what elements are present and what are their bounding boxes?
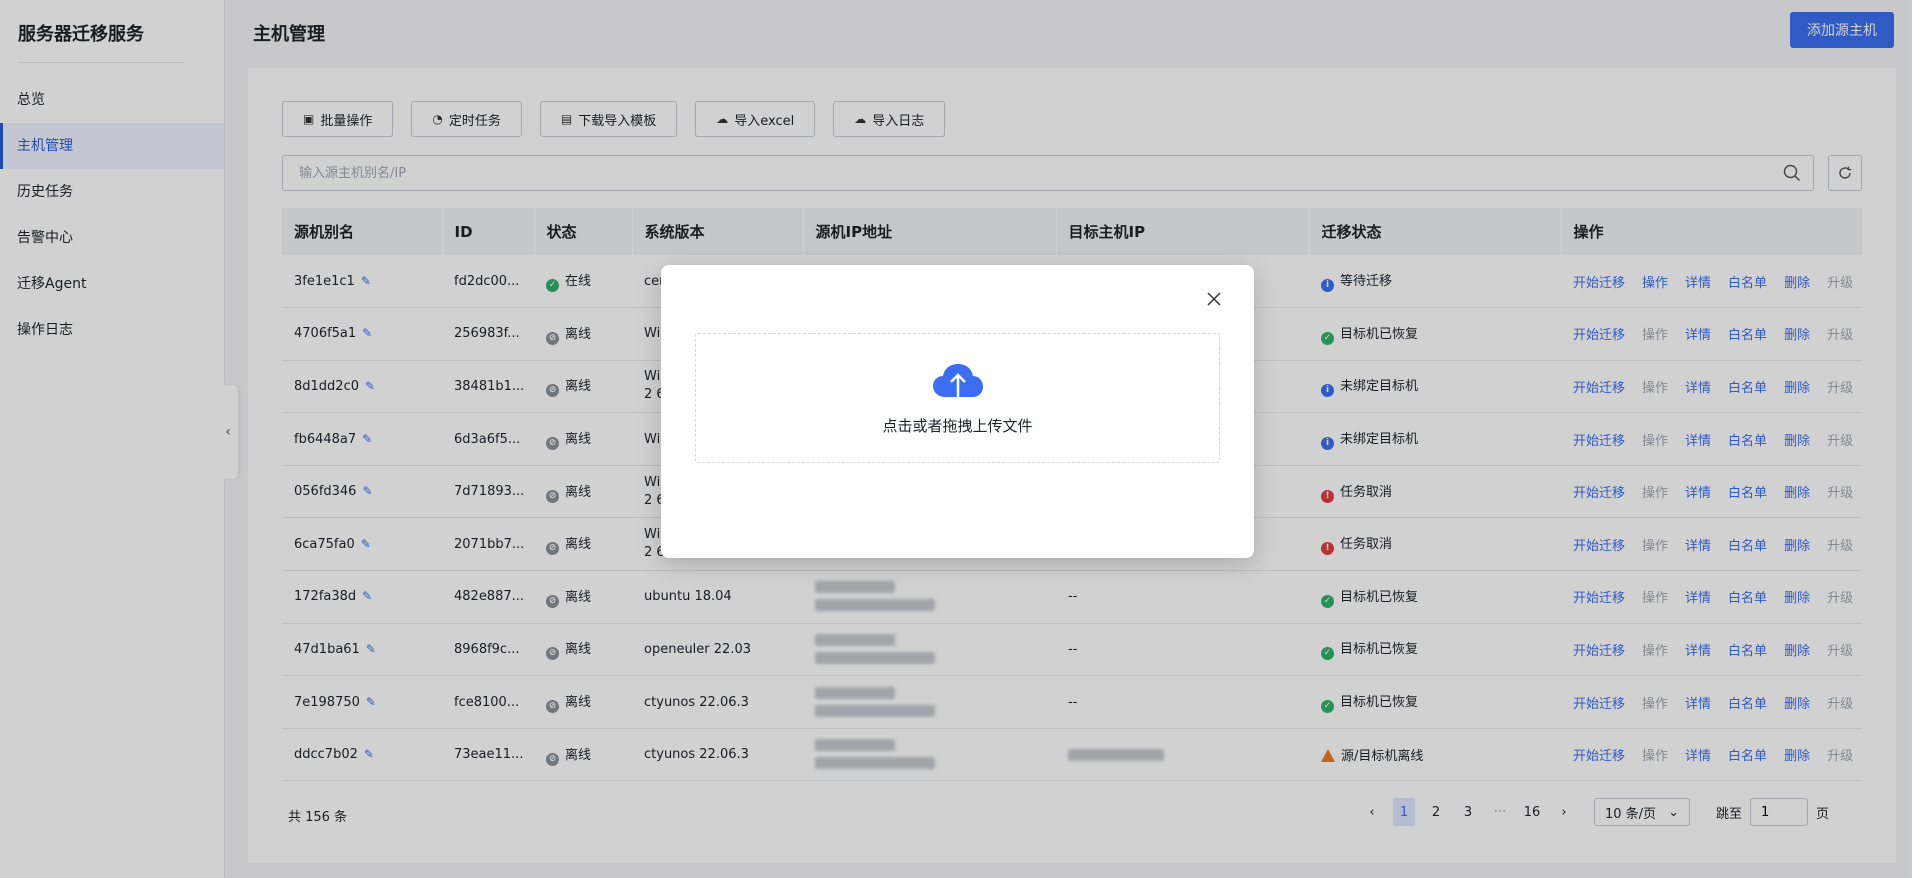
close-button[interactable] — [1204, 289, 1224, 309]
file-dropzone[interactable]: 点击或者拖拽上传文件 — [695, 333, 1220, 463]
upload-modal: 点击或者拖拽上传文件 — [661, 265, 1254, 558]
upload-hint-text: 点击或者拖拽上传文件 — [882, 416, 1033, 435]
close-icon — [1207, 292, 1221, 306]
cloud-upload-icon — [932, 363, 983, 404]
